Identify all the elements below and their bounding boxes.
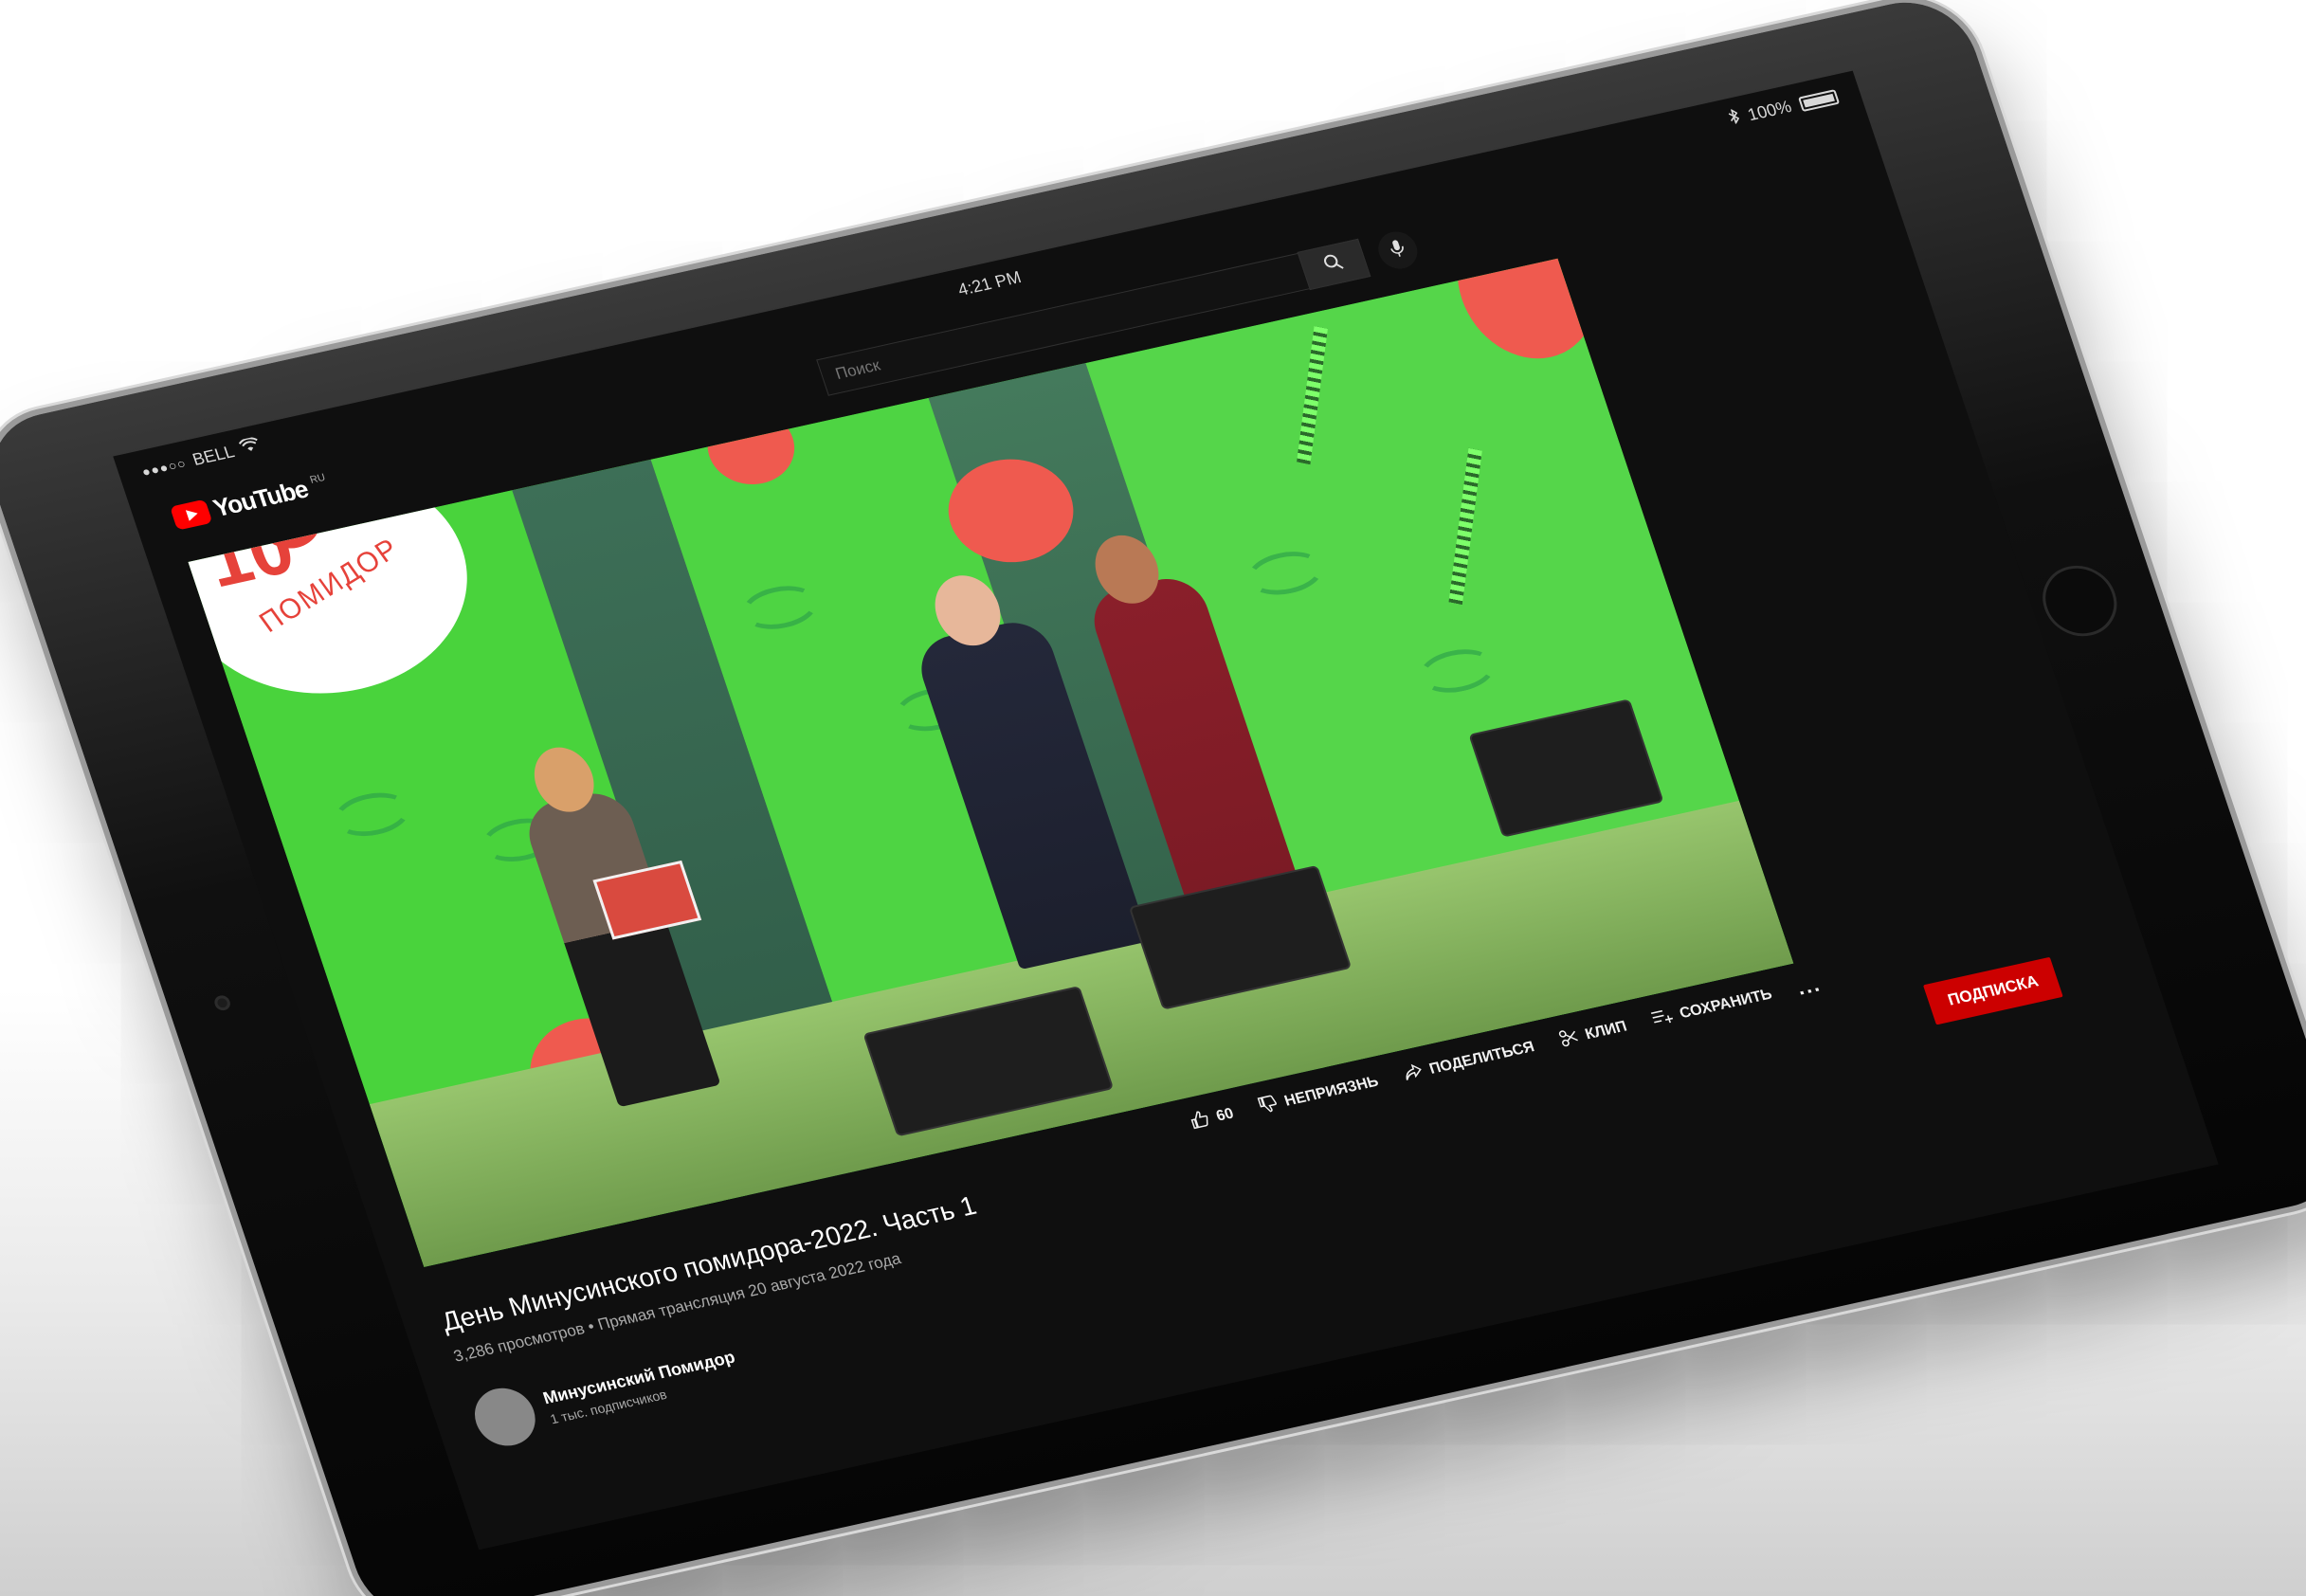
mic-icon (1388, 238, 1408, 263)
battery-icon (1797, 88, 1840, 112)
search-icon (1321, 251, 1348, 278)
clip-label: КЛИП (1583, 1018, 1629, 1043)
more-icon: ... (1793, 971, 1825, 1000)
tablet-screen: ●●●○○ BELL 4:21 PM 100% YouTube RU Поиск… (113, 70, 2219, 1551)
share-label: ПОДЕЛИТЬСЯ (1426, 1039, 1537, 1078)
search-button[interactable] (1297, 238, 1371, 291)
like-button[interactable]: 60 (1188, 1102, 1238, 1134)
region-code: RU (308, 471, 327, 486)
dislike-icon (1256, 1093, 1282, 1119)
device-mockup-scene: ●●●○○ BELL 4:21 PM 100% YouTube RU Поиск… (0, 0, 2306, 1596)
save-label: СОХРАНИТЬ (1677, 986, 1774, 1023)
save-icon (1649, 1006, 1677, 1031)
share-icon (1400, 1061, 1426, 1087)
youtube-play-icon (169, 499, 213, 531)
clip-button[interactable]: КЛИП (1556, 1015, 1630, 1052)
youtube-wordmark: YouTube (209, 474, 312, 523)
voice-search-button[interactable] (1372, 227, 1423, 273)
tablet-device: ●●●○○ BELL 4:21 PM 100% YouTube RU Поиск… (0, 0, 2306, 1596)
front-camera (212, 993, 232, 1012)
battery-percent: 100% (1745, 97, 1794, 125)
like-icon (1188, 1108, 1214, 1134)
clip-icon (1556, 1026, 1583, 1053)
more-actions-button[interactable]: ... (1794, 972, 1825, 1001)
like-count: 60 (1214, 1105, 1236, 1125)
subscribe-button[interactable]: ПОДПИСКА (1923, 956, 2063, 1025)
dislike-label: НЕПРИЯЗНЬ (1282, 1073, 1381, 1110)
home-button[interactable] (2033, 558, 2127, 644)
channel-avatar[interactable] (466, 1382, 543, 1452)
